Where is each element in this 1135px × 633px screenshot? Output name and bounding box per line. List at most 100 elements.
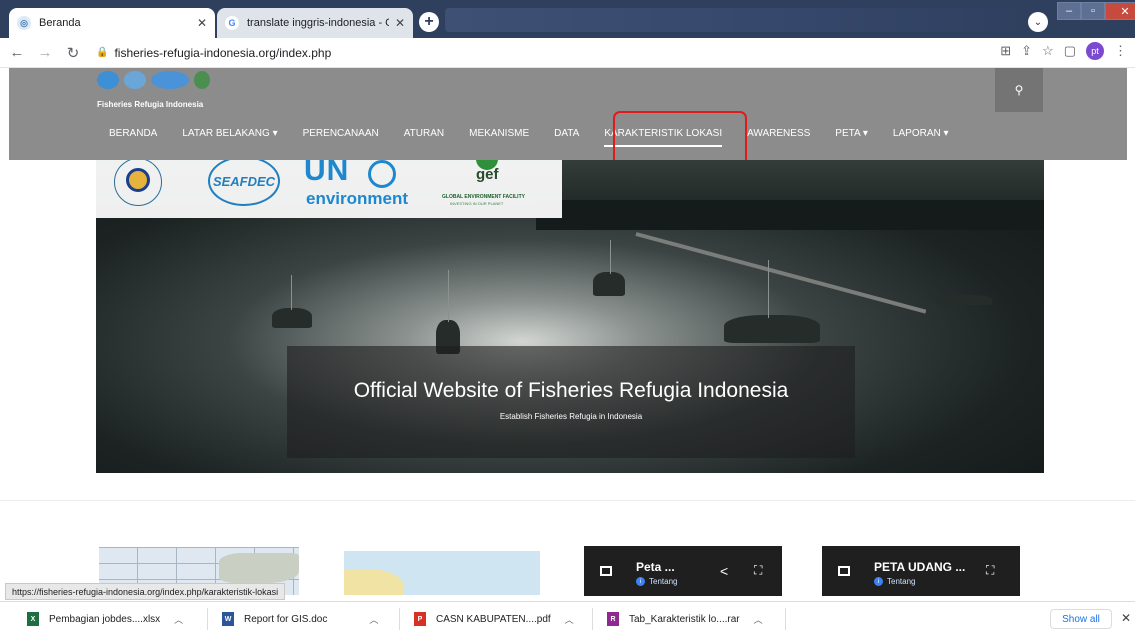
- downloads-bar: X Pembagian jobdes....xlsx ︿ W Report fo…: [0, 601, 1135, 633]
- google-icon: G: [225, 16, 239, 30]
- chevron-up-icon[interactable]: ︿: [369, 613, 378, 626]
- new-tab-button[interactable]: +: [419, 12, 439, 32]
- unep-logo-icon: [151, 71, 189, 89]
- forward-arrow-icon[interactable]: →: [34, 42, 56, 64]
- hero-pier: [635, 232, 927, 314]
- minimize-icon[interactable]: –: [1057, 2, 1081, 20]
- map-embed-card[interactable]: Peta ... i Tentang < ⛶: [584, 546, 782, 596]
- boat-mast: [291, 275, 292, 310]
- menu-item-latar-belakang[interactable]: LATAR BELAKANG ▾: [182, 128, 277, 139]
- download-separator: [207, 608, 208, 630]
- download-item-pdf[interactable]: P CASN KABUPATEN....pdf ︿: [414, 609, 574, 629]
- close-tab-icon[interactable]: ✕: [197, 16, 207, 30]
- side-panel-icon[interactable]: ▢: [1064, 43, 1076, 59]
- download-item-doc[interactable]: W Report for GIS.doc ︿: [222, 609, 378, 629]
- boat-image: [936, 295, 992, 305]
- site-logo[interactable]: [97, 71, 210, 89]
- brand-name: Fisheries Refugia Indonesia: [97, 100, 204, 109]
- card-info[interactable]: i Tentang: [874, 577, 915, 586]
- card-info[interactable]: i Tentang: [636, 577, 677, 586]
- map-thumbnail[interactable]: [344, 551, 540, 595]
- gef-logo-icon: [194, 71, 210, 89]
- menu-item-mekanisme[interactable]: MEKANISME: [469, 128, 529, 139]
- map-land: [344, 569, 404, 595]
- boat-mast: [768, 260, 769, 318]
- main-menu: BERANDA LATAR BELAKANG ▾ PERENCANAAN ATU…: [109, 128, 974, 147]
- hero-title: Official Website of Fisheries Refugia In…: [353, 379, 789, 402]
- card-title: Peta ...: [636, 560, 675, 574]
- lock-icon[interactable]: 🔒: [96, 47, 108, 58]
- info-icon: i: [874, 577, 883, 586]
- boat-mast: [610, 240, 611, 274]
- download-item-rar[interactable]: R Tab_Karakteristik lo....rar ︿: [607, 609, 763, 629]
- fullscreen-icon[interactable]: ⛶: [754, 563, 762, 578]
- download-name: Report for GIS.doc: [244, 613, 328, 625]
- download-item-xlsx[interactable]: X Pembagian jobdes....xlsx ︿: [27, 609, 183, 629]
- map-embed-card[interactable]: PETA UDANG ... i Tentang ⛶: [822, 546, 1020, 596]
- back-arrow-icon[interactable]: ←: [6, 42, 28, 64]
- share-icon[interactable]: ⇪: [1021, 43, 1032, 59]
- fullscreen-icon[interactable]: ⛶: [986, 563, 994, 578]
- download-separator: [399, 608, 400, 630]
- show-all-downloads-button[interactable]: Show all: [1050, 609, 1112, 629]
- tab-strip-background: [445, 8, 1030, 32]
- map-panel-icon[interactable]: [600, 566, 612, 576]
- download-separator: [785, 608, 786, 630]
- link-status-bar: https://fisheries-refugia-indonesia.org/…: [5, 583, 286, 600]
- kkp-logo-icon: [97, 71, 119, 89]
- reload-icon[interactable]: ↻: [62, 42, 84, 64]
- highlight-annotation-box: [613, 111, 747, 166]
- menu-item-awareness[interactable]: AWARENESS: [747, 128, 810, 139]
- menu-item-perencanaan[interactable]: PERENCANAAN: [303, 128, 379, 139]
- boat-image: [593, 272, 625, 296]
- chevron-up-icon[interactable]: ︿: [174, 613, 183, 626]
- screen: ◎ Beranda ✕ G translate inggris-indonesi…: [0, 0, 1135, 633]
- gef-full-name: GLOBAL ENVIRONMENT FACILITY: [442, 194, 525, 200]
- card-info-label: Tentang: [887, 577, 916, 586]
- boat-image: [724, 315, 820, 343]
- menu-dots-icon[interactable]: ⋮: [1114, 43, 1127, 59]
- menu-item-peta[interactable]: PETA ▾: [835, 128, 868, 139]
- boat-mast: [448, 270, 449, 322]
- hero-shoreline: [536, 200, 1044, 230]
- menu-item-beranda[interactable]: BERANDA: [109, 128, 157, 139]
- browser-toolbar: ← → ↻ 🔒 fisheries-refugia-indonesia.org/…: [0, 38, 1135, 68]
- bookmark-star-icon[interactable]: ☆: [1042, 43, 1054, 59]
- gef-logo-text: gef: [476, 166, 499, 183]
- close-downloads-icon[interactable]: ✕: [1121, 611, 1131, 625]
- site-header: Fisheries Refugia Indonesia ⚲ BERANDA LA…: [9, 68, 1127, 160]
- address-bar[interactable]: fisheries-refugia-indonesia.org/index.ph…: [114, 46, 331, 60]
- toolbar-actions: ⊞ ⇪ ☆ ▢ pt ⋮: [1000, 42, 1127, 60]
- map-land: [219, 553, 299, 583]
- profile-avatar[interactable]: pt: [1086, 42, 1104, 60]
- menu-item-laporan[interactable]: LAPORAN ▾: [893, 128, 949, 139]
- card-info-label: Tentang: [649, 577, 678, 586]
- download-separator: [592, 608, 593, 630]
- seafdec-logo: SEAFDEC: [208, 160, 280, 206]
- chevron-up-icon[interactable]: ︿: [565, 613, 574, 626]
- card-title: PETA UDANG ...: [874, 560, 966, 574]
- archive-file-icon: R: [607, 612, 619, 626]
- word-file-icon: W: [222, 612, 234, 626]
- section-divider: [0, 500, 1135, 501]
- pdf-file-icon: P: [414, 612, 426, 626]
- tab-search-chevron-icon[interactable]: ⌄: [1028, 12, 1048, 32]
- share-icon[interactable]: <: [720, 563, 728, 579]
- un-logo-text: UN: [304, 160, 350, 187]
- tab-beranda[interactable]: ◎ Beranda ✕: [9, 8, 215, 38]
- menu-item-aturan[interactable]: ATURAN: [404, 128, 444, 139]
- download-name: CASN KABUPATEN....pdf: [436, 613, 551, 625]
- gef-tagline: INVESTING IN OUR PLANET: [450, 201, 504, 206]
- maximize-icon[interactable]: ▫: [1081, 2, 1105, 20]
- tab-translate[interactable]: G translate inggris-indonesia - Goo ✕: [217, 8, 413, 38]
- window-close-icon[interactable]: ✕: [1105, 2, 1135, 20]
- map-panel-icon[interactable]: [838, 566, 850, 576]
- search-icon[interactable]: ⚲: [995, 68, 1043, 112]
- translate-icon[interactable]: ⊞: [1000, 43, 1011, 59]
- tab-title: translate inggris-indonesia - Goo: [247, 17, 389, 29]
- menu-item-data[interactable]: DATA: [554, 128, 579, 139]
- boat-image: [272, 308, 312, 328]
- close-tab-icon[interactable]: ✕: [395, 16, 405, 30]
- chevron-up-icon[interactable]: ︿: [754, 613, 763, 626]
- gef-logo: gef GLOBAL ENVIRONMENT FACILITY INVESTIN…: [436, 160, 556, 214]
